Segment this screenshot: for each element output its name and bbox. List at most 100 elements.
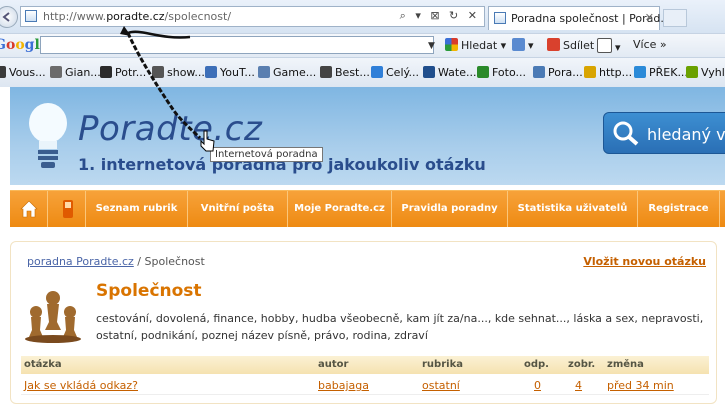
answers-count[interactable]: 0 xyxy=(534,379,541,392)
menu-item-statistika[interactable]: Statistika uživatelů xyxy=(508,191,638,227)
window-icon xyxy=(597,38,612,53)
favorite-item[interactable]: Gian... xyxy=(50,66,101,79)
favorite-item[interactable]: show... xyxy=(152,66,205,79)
views-count[interactable]: 4 xyxy=(575,379,582,392)
site-search-placeholder: hledaný výr xyxy=(647,125,725,144)
favorite-label: Gian... xyxy=(65,66,101,79)
favorite-item[interactable]: Vyhl xyxy=(686,66,725,79)
back-button[interactable] xyxy=(0,6,18,28)
site-search-box[interactable]: hledaný výr xyxy=(603,112,725,154)
favorite-favicon-icon xyxy=(686,66,698,78)
favorite-item[interactable]: Foto... xyxy=(477,66,526,79)
favorite-item[interactable]: Vous... xyxy=(0,66,46,79)
favorite-favicon-icon xyxy=(423,66,435,78)
logo-tooltip: Internetová poradna xyxy=(210,147,323,162)
category-link[interactable]: ostatní xyxy=(422,379,460,392)
lightbulb-icon xyxy=(29,103,67,168)
url-prefix: http://www. xyxy=(43,10,107,23)
favorite-favicon-icon xyxy=(634,66,646,78)
google-search-input[interactable] xyxy=(40,36,434,54)
favorite-item[interactable]: http... xyxy=(584,66,632,79)
address-bar-row: http://www.poradte.cz/spolecnost/ ⌕ ▾ ⊠ … xyxy=(0,0,725,33)
url-path: /spolecnost/ xyxy=(164,10,232,23)
arrow-left-icon xyxy=(2,12,10,22)
breadcrumb-home-link[interactable]: poradna Poradte.cz xyxy=(27,255,134,268)
window-button[interactable]: ▾ xyxy=(597,38,621,54)
menu-home[interactable] xyxy=(10,191,48,227)
mobile-phone-icon xyxy=(63,200,73,218)
tab-active[interactable]: Poradna společnost | Porad... ✕ xyxy=(488,6,671,30)
col-change: změna xyxy=(607,359,644,370)
google-dropdown-icon[interactable]: ▼ xyxy=(428,41,435,51)
new-question-link[interactable]: Vložit novou otázku xyxy=(583,255,706,268)
menu-mobile[interactable] xyxy=(48,191,86,227)
favorite-label: YouT... xyxy=(220,66,255,79)
share-button[interactable]: Sdílet xyxy=(547,38,594,52)
menu-item-label: Pravidla poradny xyxy=(401,203,498,214)
change-link[interactable]: před 34 min xyxy=(607,379,674,392)
breadcrumb-separator: / xyxy=(133,255,145,268)
favorites-bar: Vous... Gian... Potr... show... YouT... Game.… xyxy=(0,57,725,88)
favorite-item[interactable]: Celý... xyxy=(371,66,419,79)
menu-item-seznam-rubrik[interactable]: Seznam rubrik xyxy=(86,191,188,227)
google-search-icon xyxy=(445,38,458,51)
col-question: otázka xyxy=(24,359,62,370)
question-link[interactable]: Jak se vkládá odkaz? xyxy=(24,379,138,392)
col-category: rubrika xyxy=(422,359,463,370)
favorite-item[interactable]: YouT... xyxy=(205,66,255,79)
favorite-label: Vous... xyxy=(9,66,46,79)
main-menu: Seznam rubrik Vnitřní pošta Moje Poradte… xyxy=(10,190,725,227)
favorite-label: Celý... xyxy=(386,66,419,79)
favorite-label: show... xyxy=(167,66,205,79)
menu-item-registrace[interactable]: Registrace xyxy=(638,191,720,227)
google-toolbar: Google ▼ Hledat ▾ ▾ Sdílet ▾ Více » xyxy=(0,33,725,58)
hledat-button[interactable]: Hledat ▾ xyxy=(445,38,506,52)
section-description: cestování, dovolená, finance, hobby, hud… xyxy=(96,312,704,342)
menu-item-moje-poradte[interactable]: Moje Poradte.cz xyxy=(288,191,392,227)
author-link[interactable]: babajaga xyxy=(318,379,369,392)
col-answers: odp. xyxy=(524,359,549,370)
address-bar[interactable]: http://www.poradte.cz/spolecnost/ ⌕ ▾ ⊠ … xyxy=(20,6,485,27)
section-title: Společnost xyxy=(96,281,202,301)
favorite-favicon-icon xyxy=(100,66,112,78)
favorite-item[interactable]: PŘEK... xyxy=(634,66,688,79)
tab-close-icon[interactable]: ✕ xyxy=(645,11,654,24)
favorite-favicon-icon xyxy=(50,66,62,78)
favorite-favicon-icon xyxy=(320,66,332,78)
favorite-favicon-icon xyxy=(0,66,6,78)
favorite-label: Wate... xyxy=(438,66,477,79)
favorite-item[interactable]: Game... xyxy=(258,66,316,79)
breadcrumb-current: Společnost xyxy=(144,255,205,268)
page-favicon-icon xyxy=(25,10,37,22)
site-logo[interactable]: Poradte.cz xyxy=(78,109,262,149)
favorite-label: Vyhl xyxy=(701,66,725,79)
menu-item-pravidla[interactable]: Pravidla poradny xyxy=(392,191,508,227)
favorite-favicon-icon xyxy=(152,66,164,78)
menu-item-label: Vnitřní pošta xyxy=(200,203,275,214)
plus-button[interactable]: ▾ xyxy=(512,38,534,52)
menu-item-label: Seznam rubrik xyxy=(95,203,178,214)
favorite-label: Pora... xyxy=(548,66,583,79)
browser-chrome: http://www.poradte.cz/spolecnost/ ⌕ ▾ ⊠ … xyxy=(0,0,725,88)
home-icon xyxy=(20,200,38,218)
plus-icon xyxy=(512,38,525,51)
more-button[interactable]: Více » xyxy=(633,38,667,51)
new-tab-button[interactable] xyxy=(663,9,687,27)
favorite-item[interactable]: Pora... xyxy=(533,66,583,79)
favorite-label: Potr... xyxy=(115,66,147,79)
favorite-item[interactable]: Potr... xyxy=(100,66,146,79)
google-search-field[interactable] xyxy=(41,37,433,53)
col-views: zobr. xyxy=(568,359,596,370)
favorite-item[interactable]: Best... xyxy=(320,66,370,79)
menu-item-vnitrni-posta[interactable]: Vnitřní pošta xyxy=(188,191,288,227)
favorite-favicon-icon xyxy=(584,66,596,78)
url-domain: poradte.cz xyxy=(106,10,165,23)
favorite-item[interactable]: Wate... xyxy=(423,66,476,79)
favorite-favicon-icon xyxy=(205,66,217,78)
table-header: otázka autor rubrika odp. zobr. změna xyxy=(21,356,709,374)
address-url[interactable]: http://www.poradte.cz/spolecnost/ xyxy=(43,10,231,23)
favorite-favicon-icon xyxy=(477,66,489,78)
table-row[interactable]: Jak se vkládá odkaz? babajaga ostatní 0 … xyxy=(21,376,709,395)
content-panel: poradna Poradte.cz / Společnost Vložit n… xyxy=(10,241,717,404)
address-tools-icons[interactable]: ⌕ ▾ ⊠ ↻ ✕ xyxy=(400,9,480,23)
